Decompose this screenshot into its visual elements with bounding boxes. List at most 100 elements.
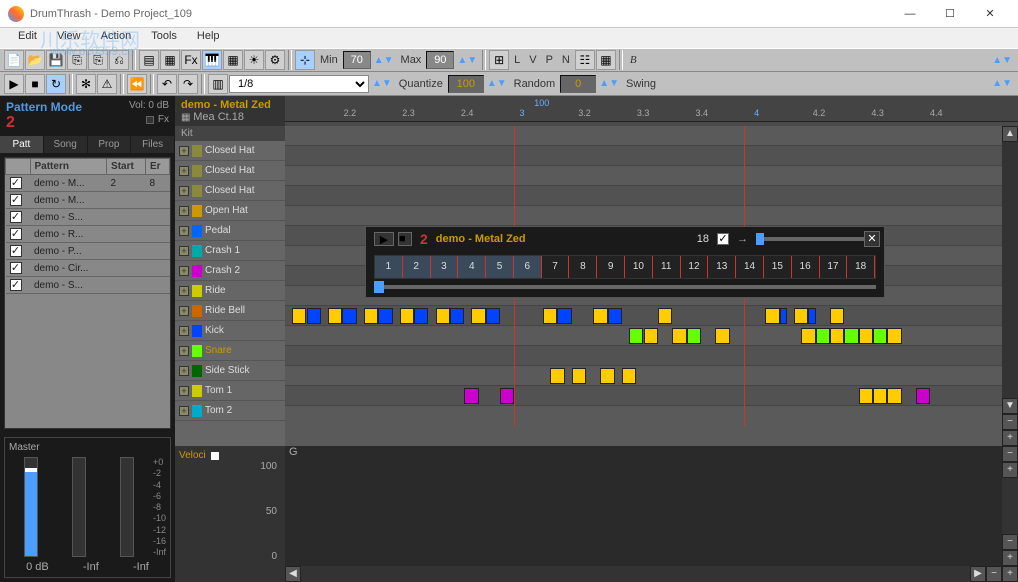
note[interactable]: [672, 328, 686, 344]
letter-p[interactable]: P: [542, 54, 557, 66]
step-cell[interactable]: 8: [569, 256, 597, 278]
expand-icon[interactable]: +: [179, 266, 189, 276]
tool-btn-crosshair[interactable]: ⊹: [295, 50, 315, 70]
menu-action[interactable]: Action: [91, 28, 142, 48]
popup-play[interactable]: ▶: [374, 232, 394, 246]
note[interactable]: [608, 308, 622, 324]
pattern-row[interactable]: ✓demo - S...: [6, 209, 170, 226]
kit-row[interactable]: +Crash 1: [175, 241, 285, 261]
pattern-row[interactable]: ✓demo - M...28: [6, 175, 170, 192]
letter-b[interactable]: B: [626, 54, 641, 66]
grid-row[interactable]: [285, 346, 1002, 366]
play-button[interactable]: ▶: [4, 74, 24, 94]
popup-slider-2[interactable]: [374, 285, 876, 289]
note[interactable]: [715, 328, 729, 344]
kit-row[interactable]: +Tom 2: [175, 401, 285, 421]
col-end[interactable]: Er: [146, 159, 170, 175]
note[interactable]: [873, 388, 887, 404]
col-start[interactable]: Start: [107, 159, 146, 175]
timeline-ruler[interactable]: 2.22.32.431003.23.33.444.24.34.4: [285, 96, 1018, 122]
note[interactable]: [500, 388, 514, 404]
vel-plus[interactable]: +: [1002, 462, 1018, 478]
step-cell[interactable]: 11: [653, 256, 681, 278]
step-cell[interactable]: 5: [486, 256, 514, 278]
vel-minus[interactable]: −: [1002, 446, 1018, 462]
expand-icon[interactable]: +: [179, 366, 189, 376]
kit-row[interactable]: +Closed Hat: [175, 161, 285, 181]
hzoom-plus[interactable]: +: [1002, 566, 1018, 582]
popup-slider-1[interactable]: [756, 233, 764, 245]
step-cell[interactable]: 6: [514, 256, 542, 278]
expand-icon[interactable]: +: [179, 186, 189, 196]
tool-btn-7[interactable]: ▤: [139, 50, 159, 70]
expand-icon[interactable]: +: [179, 326, 189, 336]
tab-patt[interactable]: Patt: [0, 136, 44, 153]
min-arrows[interactable]: ▲▼: [372, 55, 396, 66]
tool-btn-6[interactable]: ⎌: [109, 50, 129, 70]
step-cell[interactable]: 7: [542, 256, 570, 278]
kit-color[interactable]: [192, 405, 202, 417]
tab-prop[interactable]: Prop: [88, 136, 132, 153]
menu-edit[interactable]: Edit: [8, 28, 47, 48]
note[interactable]: [622, 368, 636, 384]
menu-view[interactable]: View: [47, 28, 91, 48]
col-pattern[interactable]: Pattern: [30, 159, 107, 175]
kit-color[interactable]: [192, 365, 202, 377]
note[interactable]: [887, 328, 901, 344]
step-cell[interactable]: 15: [764, 256, 792, 278]
hscroll-left[interactable]: ◀: [285, 566, 301, 582]
note[interactable]: [400, 308, 414, 324]
velocity-grid[interactable]: G: [285, 446, 1002, 566]
note[interactable]: [364, 308, 378, 324]
kit-color[interactable]: [192, 205, 202, 217]
grid-row[interactable]: [285, 186, 1002, 206]
row-check[interactable]: ✓: [10, 177, 22, 189]
expand-icon[interactable]: +: [179, 386, 189, 396]
note[interactable]: [543, 308, 557, 324]
expand-icon[interactable]: +: [179, 246, 189, 256]
pattern-list[interactable]: Pattern Start Er ✓demo - M...28✓demo - M…: [4, 157, 171, 429]
grid-select[interactable]: 1/8: [229, 75, 369, 93]
kit-color[interactable]: [192, 165, 202, 177]
grid-arrows[interactable]: ▲▼: [370, 78, 394, 89]
grid-row[interactable]: [285, 146, 1002, 166]
master-fader[interactable]: [24, 457, 38, 557]
tool-btn-star[interactable]: ✻: [76, 74, 96, 94]
step-cell[interactable]: 14: [736, 256, 764, 278]
note[interactable]: [873, 328, 887, 344]
expand-icon[interactable]: +: [179, 146, 189, 156]
vscroll-track[interactable]: [1002, 142, 1018, 398]
letter-n[interactable]: N: [558, 54, 574, 66]
kit-color[interactable]: [192, 225, 202, 237]
step-cell[interactable]: 3: [431, 256, 459, 278]
note[interactable]: [328, 308, 342, 324]
note[interactable]: [342, 308, 356, 324]
kit-color[interactable]: [192, 385, 202, 397]
zoom-btn-1[interactable]: −: [1002, 414, 1018, 430]
kit-row[interactable]: +Pedal: [175, 221, 285, 241]
tool-btn-4[interactable]: ⎘: [67, 50, 87, 70]
kit-row[interactable]: +Tom 1: [175, 381, 285, 401]
minimize-button[interactable]: —: [890, 2, 930, 26]
note[interactable]: [658, 308, 672, 324]
kit-row[interactable]: +Crash 2: [175, 261, 285, 281]
tool-btn-warn[interactable]: ⚠: [97, 74, 117, 94]
note[interactable]: [644, 328, 658, 344]
open-button[interactable]: 📂: [25, 50, 45, 70]
row-check[interactable]: ✓: [10, 279, 22, 291]
step-cell[interactable]: 2: [403, 256, 431, 278]
note-grid[interactable]: ▶ ■ 2 demo - Metal Zed 18 ✓ → ✕ 12345678…: [285, 126, 1002, 446]
kit-color[interactable]: [192, 265, 202, 277]
pattern-row[interactable]: ✓demo - S...: [6, 277, 170, 294]
step-cell[interactable]: 12: [681, 256, 709, 278]
note[interactable]: [687, 328, 701, 344]
note[interactable]: [816, 328, 830, 344]
note[interactable]: [844, 328, 858, 344]
kit-color[interactable]: [192, 285, 202, 297]
tool-btn-15[interactable]: ▦: [596, 50, 616, 70]
fx-indicator[interactable]: [146, 116, 154, 124]
tool-btn-5[interactable]: ⎘: [88, 50, 108, 70]
quantize-input[interactable]: [448, 75, 484, 93]
max-arrows[interactable]: ▲▼: [455, 55, 479, 66]
velocity-checkbox[interactable]: [210, 451, 220, 461]
